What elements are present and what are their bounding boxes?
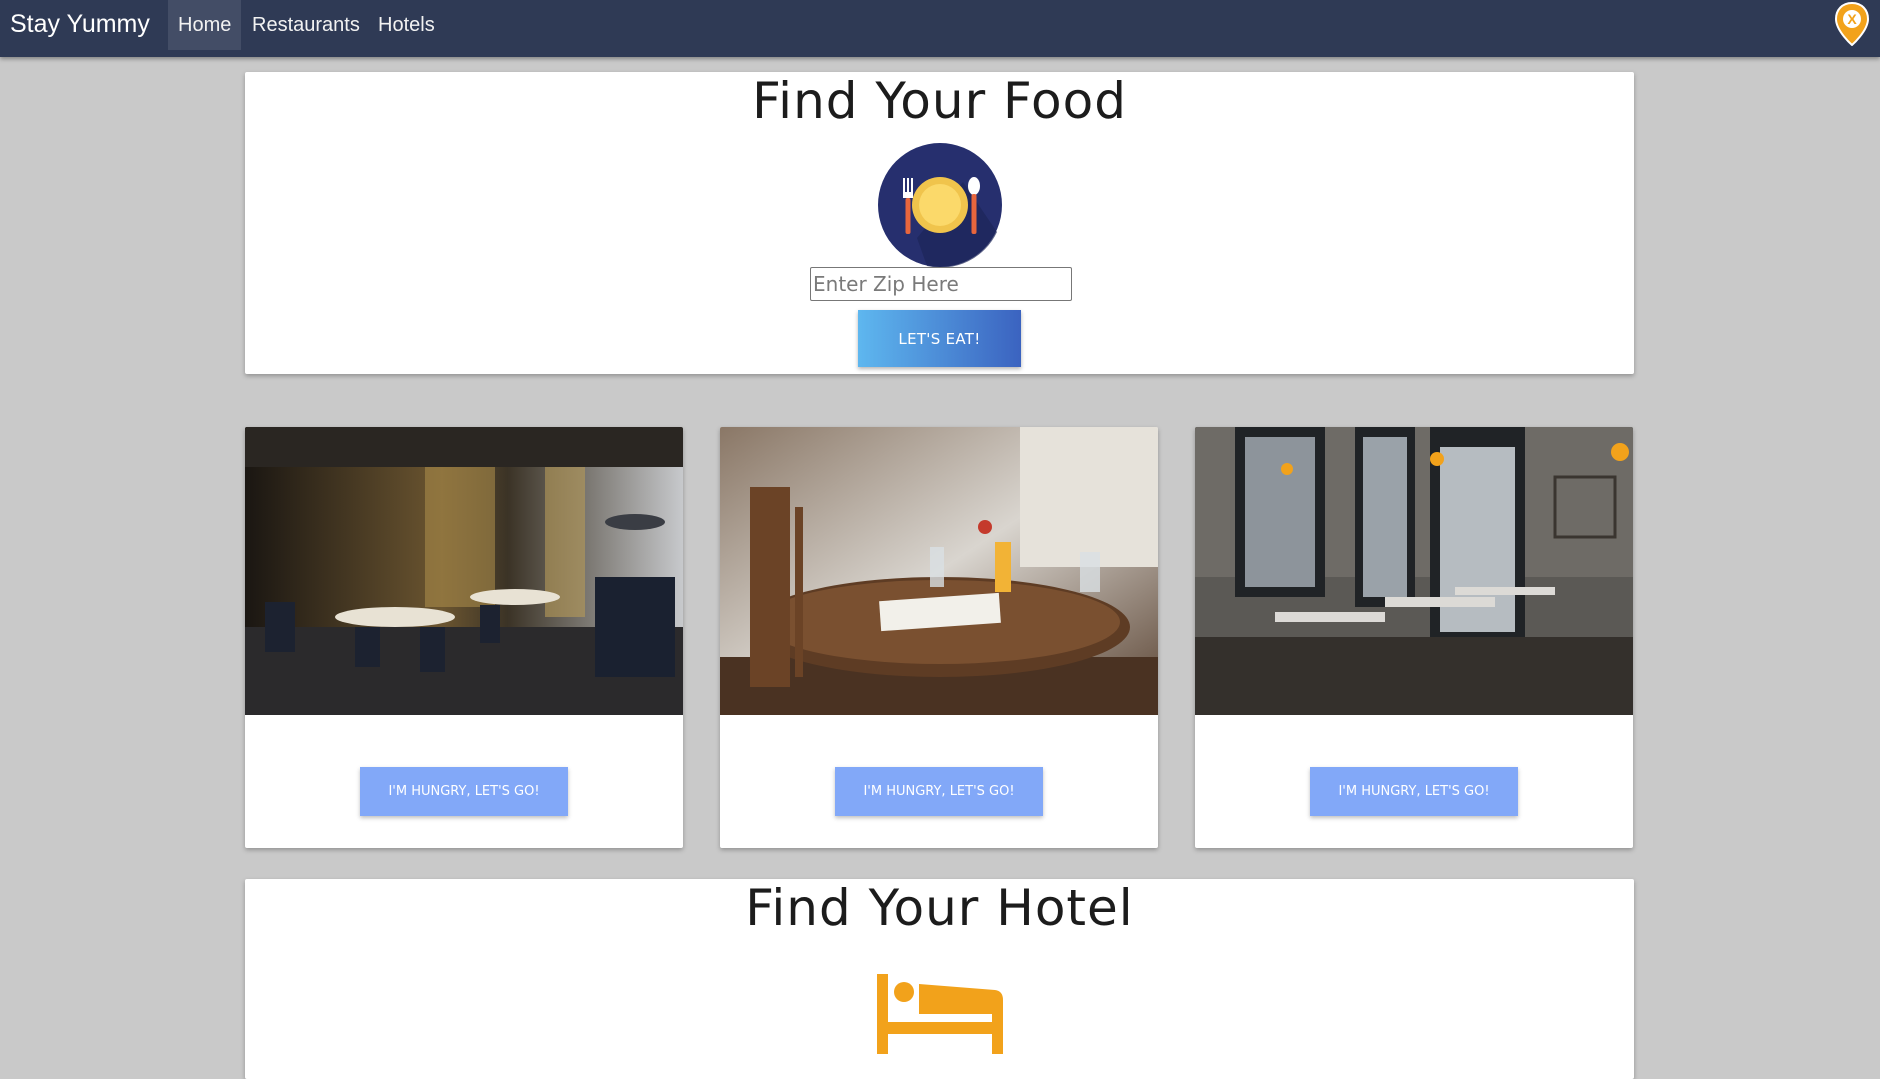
restaurant-card: I'M HUNGRY, LET'S GO! [720, 427, 1158, 848]
hungry-go-button[interactable]: I'M HUNGRY, LET'S GO! [1310, 767, 1518, 816]
nav-home[interactable]: Home [168, 0, 242, 50]
bed-icon [877, 974, 1003, 1054]
stay-yummy-pin-logo-icon[interactable]: X [1834, 2, 1870, 46]
brand-name[interactable]: Stay Yummy [10, 10, 150, 39]
lets-eat-button[interactable]: LET'S EAT! [858, 310, 1021, 367]
bistro-interior-photo [1195, 427, 1633, 715]
find-hotel-title: Find Your Hotel [745, 879, 1134, 937]
nav-hotels[interactable]: Hotels [368, 0, 445, 50]
restaurant-card: I'M HUNGRY, LET'S GO! [245, 427, 683, 848]
zip-input[interactable] [810, 267, 1072, 301]
nav-restaurants[interactable]: Restaurants [242, 0, 370, 50]
top-navbar: Stay Yummy Home Restaurants Hotels X [0, 0, 1880, 57]
restaurant-table-photo [720, 427, 1158, 715]
find-food-title: Find Your Food [752, 72, 1127, 130]
hungry-go-button[interactable]: I'M HUNGRY, LET'S GO! [360, 767, 568, 816]
restaurant-interior-photo [245, 427, 683, 715]
svg-text:X: X [1847, 11, 1857, 27]
hungry-go-button[interactable]: I'M HUNGRY, LET'S GO! [835, 767, 1043, 816]
restaurant-card: I'M HUNGRY, LET'S GO! [1195, 427, 1633, 848]
find-food-card: Find Your Food LET'S EAT! [245, 72, 1634, 374]
plate-fork-spoon-icon [878, 143, 1002, 268]
find-hotel-card: Find Your Hotel [245, 879, 1634, 1079]
